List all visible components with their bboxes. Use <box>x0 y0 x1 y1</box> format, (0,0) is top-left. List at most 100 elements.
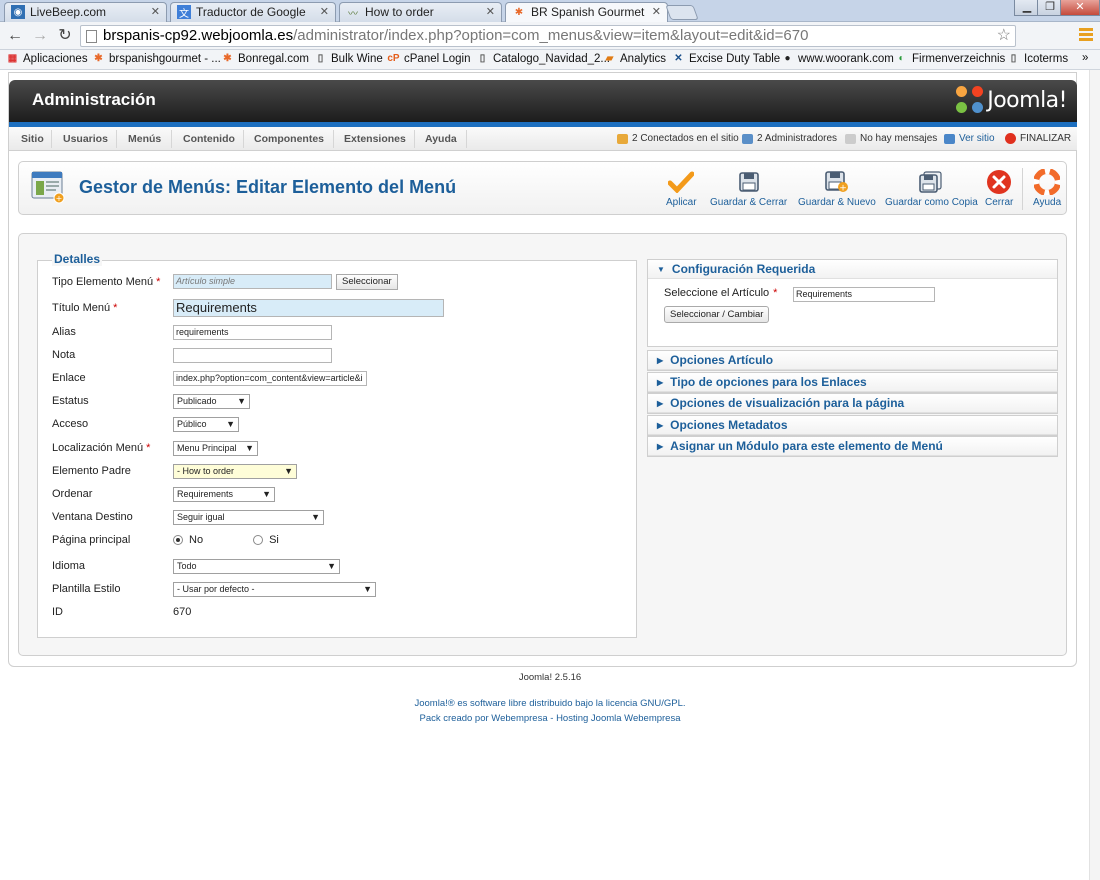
link-input[interactable]: index.php?option=com_content&view=articl… <box>173 370 367 386</box>
save-close-button[interactable]: Guardar & Cerrar <box>710 169 787 208</box>
caret-right-icon: ▶ <box>657 398 664 408</box>
browser-tab-how-to-order[interactable]: 〰 How to order ✕ <box>339 2 502 22</box>
bookmark-label: brspanishgourmet - ... <box>109 52 221 65</box>
panel-metadata-options-header[interactable]: ▶ Opciones Metadatos <box>648 416 1057 435</box>
bookmark-aplicaciones[interactable]: ▦ Aplicaciones <box>6 52 88 65</box>
bookmark-catalogo[interactable]: ▯ Catalogo_Navidad_2... <box>476 52 610 65</box>
bookmark-excise-duty[interactable]: ✕ Excise Duty Table <box>672 52 780 65</box>
access-select[interactable]: Público ▼ <box>173 416 239 432</box>
panel-article-options-title: Opciones Artículo <box>670 353 774 367</box>
address-bar[interactable]: brspanis-cp92.webjoomla.es/administrator… <box>80 25 1016 47</box>
ordering-select[interactable]: Requirements ▼ <box>173 486 275 502</box>
menu-item-usuarios[interactable]: Usuarios <box>63 133 108 145</box>
menu-location-text: Localización Menú <box>52 442 144 454</box>
caret-down-icon: ▼ <box>657 264 665 274</box>
browser-tab-translate[interactable]: 文 Traductor de Google ✕ <box>170 2 336 22</box>
selected-article-field[interactable]: Requirements <box>793 287 935 302</box>
bookmark-bulk-wine[interactable]: ▯ Bulk Wine <box>314 52 383 65</box>
bookmarks-more-button[interactable]: » <box>1082 52 1088 64</box>
close-icon[interactable]: ✕ <box>151 5 160 18</box>
toolbar-divider <box>1022 168 1023 210</box>
panel-required-config-header[interactable]: ▼ Configuración Requerida <box>648 260 1057 279</box>
forward-arrow-icon[interactable]: → <box>30 26 50 46</box>
star-icon[interactable]: ☆ <box>997 26 1011 46</box>
bookmark-cpanel[interactable]: cP cPanel Login <box>387 52 470 65</box>
menu-title-input[interactable]: Requirements <box>173 299 444 317</box>
bookmark-label: Icoterms <box>1024 52 1069 65</box>
note-input[interactable] <box>173 347 332 363</box>
menu-item-sitio[interactable]: Sitio <box>21 133 44 145</box>
parent-item-label: Elemento Padre <box>52 465 131 477</box>
save-copy-label: Guardar como Copia <box>885 197 978 208</box>
logout-link[interactable]: FINALIZAR <box>1005 133 1071 144</box>
apply-button[interactable]: Aplicar <box>666 169 697 208</box>
panel-module-assignment-header[interactable]: ▶ Asignar un Módulo para este elemento d… <box>648 437 1057 456</box>
admin-menu-bar: Sitio Usuarios Menús Contenido Component… <box>9 127 1077 151</box>
alias-input[interactable]: requirements <box>173 324 332 340</box>
save-new-label: Guardar & Nuevo <box>798 197 876 208</box>
menu-item-ayuda[interactable]: Ayuda <box>425 133 457 145</box>
bookmark-bonregal[interactable]: ✱ Bonregal.com <box>221 52 309 65</box>
panel-page-display-options-header[interactable]: ▶ Opciones de visualización para la pági… <box>648 394 1057 413</box>
save-new-icon: + <box>798 169 876 195</box>
view-site-link[interactable]: Ver sitio <box>944 133 995 144</box>
bookmark-firmenverzeichnis[interactable]: ◐ Firmenverzeichnis <box>895 52 1005 65</box>
home-no-radio[interactable]: No <box>173 534 203 546</box>
dropdown-arrow-icon: ▼ <box>311 511 320 522</box>
home-yes-radio[interactable]: Si <box>253 534 279 546</box>
menu-divider <box>116 130 117 148</box>
close-icon[interactable]: ✕ <box>652 5 661 18</box>
parent-item-select[interactable]: - How to order ▼ <box>173 463 297 479</box>
bookmark-analytics[interactable]: ▰ Analytics <box>603 52 666 65</box>
save-copy-button[interactable]: Guardar como Copia <box>885 169 978 208</box>
menu-item-type-field[interactable]: Artículo simple <box>173 274 332 289</box>
bookmark-label: Catalogo_Navidad_2... <box>493 52 610 65</box>
reload-icon[interactable]: ↻ <box>55 26 75 46</box>
close-icon[interactable]: ✕ <box>320 5 329 18</box>
panel-article-options: ▶ Opciones Artículo <box>647 350 1058 371</box>
menu-item-componentes[interactable]: Componentes <box>254 133 324 145</box>
back-arrow-icon[interactable]: ← <box>5 26 25 46</box>
menu-location-select[interactable]: Menu Principal ▼ <box>173 440 258 456</box>
browser-tab-livebeep[interactable]: ◉ LiveBeep.com ✕ <box>4 2 167 22</box>
footer-pack[interactable]: Pack creado por Webempresa - Hosting Joo… <box>0 713 1100 724</box>
template-style-select[interactable]: - Usar por defecto - ▼ <box>173 581 376 597</box>
svg-text:+: + <box>56 194 63 203</box>
browser-tab-joomla-admin[interactable]: ✱ BR Spanish Gourmet - Adı ✕ <box>505 2 668 22</box>
menu-item-contenido[interactable]: Contenido <box>183 133 235 145</box>
access-label: Acceso <box>52 418 89 430</box>
panel-article-options-header[interactable]: ▶ Opciones Artículo <box>648 351 1057 370</box>
menu-item-menus[interactable]: Menús <box>128 133 161 145</box>
status-select[interactable]: Publicado ▼ <box>173 393 250 409</box>
caret-right-icon: ▶ <box>657 377 664 387</box>
new-tab-button[interactable] <box>665 5 699 20</box>
target-window-select[interactable]: Seguir igual ▼ <box>173 509 324 525</box>
status-online-label: 2 Conectados en el sitio <box>632 133 739 144</box>
panel-link-type-options-header[interactable]: ▶ Tipo de opciones para los Enlaces <box>648 373 1057 392</box>
bookmark-woorank[interactable]: ● www.woorank.com <box>781 52 893 65</box>
browser-menu-icon[interactable] <box>1079 28 1093 42</box>
bookmark-label: Analytics <box>620 52 667 65</box>
save-new-button[interactable]: + Guardar & Nuevo <box>798 169 876 208</box>
rss-icon: ◉ <box>11 5 25 19</box>
close-icon[interactable]: ✕ <box>486 5 495 18</box>
analytics-icon: ▰ <box>605 53 614 64</box>
bookmark-icoterms[interactable]: ▯ Icoterms <box>1007 52 1068 65</box>
close-button[interactable]: Cerrar <box>985 169 1013 208</box>
access-value: Público <box>177 418 207 429</box>
bookmark-brspanishgourmet[interactable]: ✱ brspanishgourmet - ... <box>92 52 221 65</box>
select-article-label: Seleccione el Artículo * <box>664 287 777 299</box>
help-button[interactable]: Ayuda <box>1033 169 1061 208</box>
select-type-button[interactable]: Seleccionar <box>336 274 398 290</box>
ordering-value: Requirements <box>177 488 234 499</box>
select-change-article-button[interactable]: Seleccionar / Cambiar <box>664 306 770 323</box>
panel-required-config-body: Seleccione el Artículo * Requirements Sel… <box>648 279 1057 346</box>
close-window-button[interactable]: ✕ <box>1060 0 1100 16</box>
language-select[interactable]: Todo ▼ <box>173 558 340 574</box>
caret-right-icon: ▶ <box>657 420 664 430</box>
home-page-label: Página principal <box>52 534 131 546</box>
footer-license[interactable]: Joomla!® es software libre distribuido b… <box>0 698 1100 709</box>
page-scrollbar[interactable] <box>1089 70 1100 880</box>
menu-item-extensiones[interactable]: Extensiones <box>344 133 406 145</box>
panel-page-display-options-title: Opciones de visualización para la página <box>670 396 905 410</box>
